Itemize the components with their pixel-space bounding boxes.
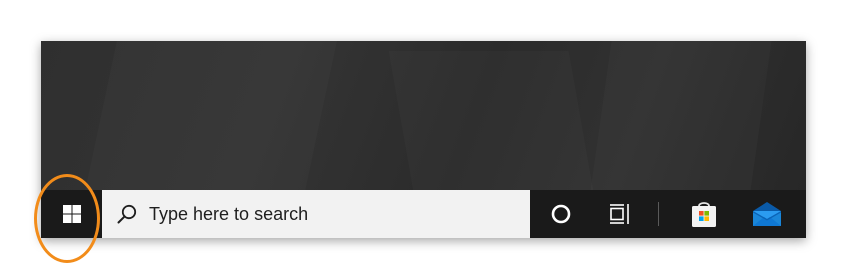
- task-view-icon: [610, 204, 629, 224]
- windows-logo-icon: [62, 205, 81, 223]
- search-placeholder: Type here to search: [149, 203, 309, 224]
- taskbar: Type here to search: [41, 190, 806, 238]
- start-button[interactable]: [41, 190, 102, 238]
- taskbar-divider: [658, 202, 659, 226]
- desktop-wallpaper-facet: [590, 41, 771, 191]
- microsoft-store-button[interactable]: [680, 190, 728, 238]
- search-icon: [115, 202, 139, 226]
- mail-icon: [753, 202, 781, 226]
- desktop-screenshot: Type here to search: [41, 41, 806, 238]
- cortana-icon: [551, 204, 571, 224]
- task-view-button[interactable]: [596, 190, 644, 238]
- desktop-wallpaper-facet: [389, 51, 594, 191]
- search-box[interactable]: Type here to search: [102, 190, 530, 238]
- desktop-wallpaper-facet: [85, 41, 337, 191]
- microsoft-store-icon: [692, 202, 716, 227]
- mail-button[interactable]: [743, 190, 791, 238]
- cortana-button[interactable]: [537, 190, 585, 238]
